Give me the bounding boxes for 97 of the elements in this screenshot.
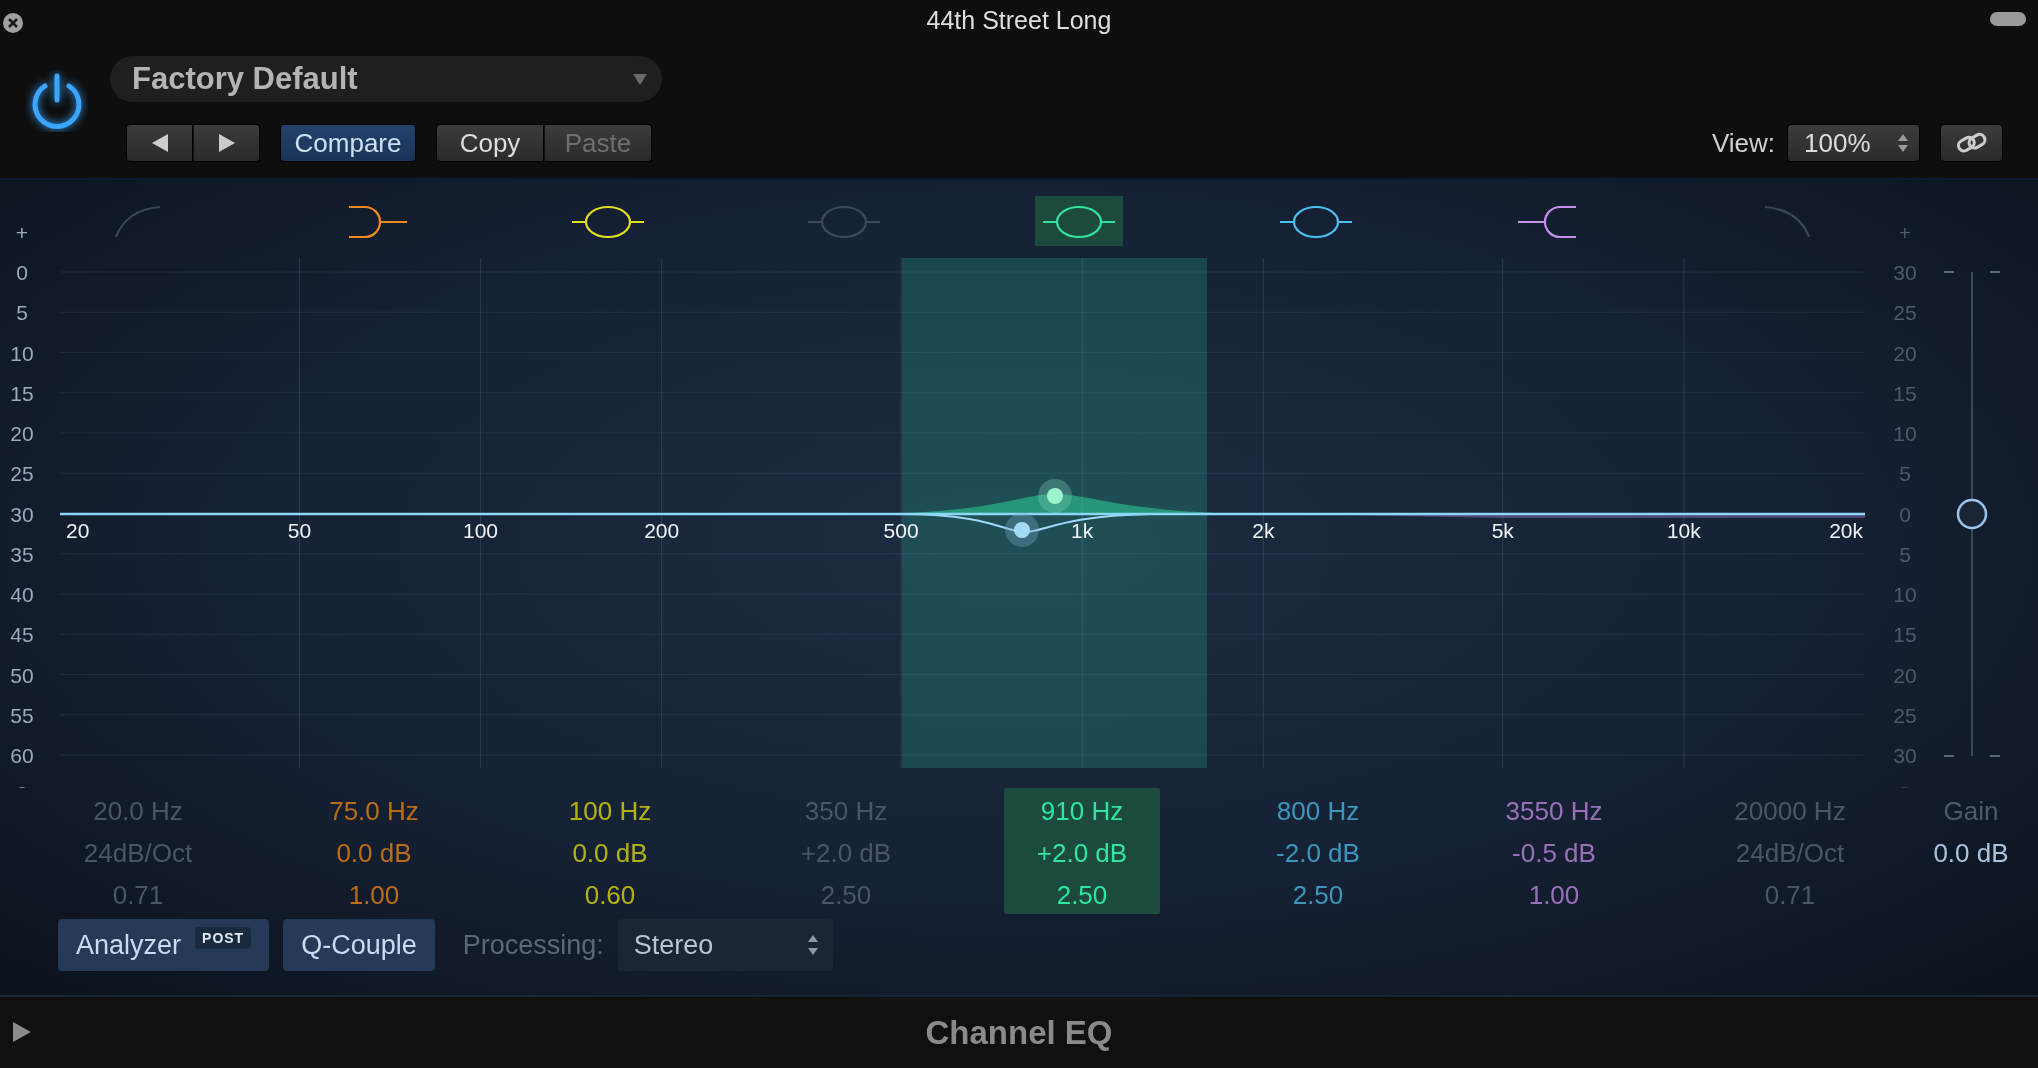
- processing-label: Processing:: [462, 929, 604, 961]
- scale-label: 0: [16, 261, 28, 284]
- scale-label: 25: [1893, 301, 1917, 325]
- right-triangle-icon: [216, 133, 237, 153]
- dropdown-arrow-icon: [632, 72, 648, 86]
- bell-filter-icon[interactable]: [570, 205, 646, 239]
- scale-label: 25: [1893, 703, 1917, 727]
- scale-label: 15: [1893, 623, 1917, 647]
- scale-label: 10: [10, 341, 34, 365]
- plugin-name: Channel EQ: [925, 1013, 1113, 1052]
- q-couple-button[interactable]: Q-Couple: [283, 919, 435, 971]
- frequency-label: 200: [644, 519, 680, 542]
- band-parameter-value[interactable]: +2.0 dB: [1036, 832, 1128, 874]
- gain-slider[interactable]: [1943, 271, 2001, 757]
- frequency-label: 5k: [1491, 519, 1514, 542]
- link-button[interactable]: [1940, 124, 2003, 162]
- scale-label: 55: [10, 703, 34, 727]
- scale-label: 10: [1893, 583, 1917, 606]
- bell-filter-icon[interactable]: [1041, 205, 1117, 239]
- analyzer-button[interactable]: Analyzer POST: [58, 919, 270, 971]
- band-parameter-value[interactable]: 3550 Hz: [1505, 790, 1603, 832]
- band-parameter-value[interactable]: 0.0 dB: [572, 832, 648, 874]
- band-parameter-column[interactable]: 800 Hz -2.0 dB 2.50: [1240, 788, 1396, 914]
- frequency-label: 10k: [1666, 519, 1701, 542]
- band-parameter-column[interactable]: 20.0 Hz 24dB/Oct 0.71: [60, 788, 216, 914]
- band-parameter-value[interactable]: -0.5 dB: [1512, 832, 1596, 874]
- scale-label: 30: [10, 502, 34, 526]
- low-shelf-filter-icon[interactable]: [347, 205, 409, 239]
- scale-label: 50: [10, 663, 34, 687]
- band-parameter-value[interactable]: -2.0 dB: [1276, 832, 1360, 874]
- frequency-label: 50: [287, 519, 312, 542]
- band-parameter-value[interactable]: 20.0 Hz: [93, 790, 183, 832]
- scale-label: +: [15, 221, 29, 244]
- bell-filter-icon[interactable]: [1278, 205, 1354, 239]
- stepper-arrows-icon: [1897, 132, 1909, 154]
- scale-label: 5: [16, 301, 28, 325]
- frequency-label: 1k: [1071, 519, 1094, 542]
- frequency-label: 2k: [1252, 519, 1275, 542]
- scale-label: 40: [10, 583, 34, 606]
- scale-label: 60: [10, 744, 34, 767]
- band-parameter-value[interactable]: 0.71: [1764, 874, 1816, 916]
- band-parameter-value[interactable]: 2.50: [1056, 874, 1108, 916]
- scale-label: 25: [10, 462, 34, 486]
- scale-label: 0: [1899, 502, 1911, 526]
- post-badge: POST: [195, 927, 252, 949]
- scale-label: 35: [10, 542, 34, 566]
- scale-label: 15: [1893, 381, 1917, 405]
- frequency-label: 20k: [1829, 519, 1863, 542]
- band-parameter-value[interactable]: 75.0 Hz: [329, 790, 419, 832]
- band-parameter-value[interactable]: 1.00: [348, 874, 400, 916]
- processing-dropdown[interactable]: Stereo: [617, 919, 833, 971]
- scale-label: 20: [10, 422, 34, 445]
- next-button[interactable]: [193, 124, 260, 162]
- band-parameter-value[interactable]: 24dB/Oct: [1735, 832, 1845, 874]
- scale-label: 5: [1899, 542, 1911, 566]
- band-parameter-value[interactable]: 0.0 dB: [336, 832, 412, 874]
- scale-label: 20: [1893, 663, 1917, 687]
- scale-label: 15: [10, 381, 34, 405]
- band-parameter-value[interactable]: 800 Hz: [1276, 790, 1360, 832]
- band-parameter-value[interactable]: 2.50: [1292, 874, 1344, 916]
- close-icon[interactable]: [2, 12, 24, 34]
- band-parameter-value[interactable]: 100 Hz: [568, 790, 652, 832]
- frequency-label: 100: [463, 519, 499, 542]
- preset-dropdown[interactable]: Factory Default: [110, 56, 662, 102]
- window-title: 44th Street Long: [926, 6, 1112, 36]
- band-parameter-value[interactable]: 20000 Hz: [1734, 790, 1846, 832]
- scale-label: 45: [10, 623, 34, 647]
- band-parameter-column[interactable]: 20000 Hz 24dB/Oct 0.71: [1712, 788, 1868, 914]
- band-parameter-value[interactable]: 24dB/Oct: [83, 832, 193, 874]
- scale-label: 5: [1899, 462, 1911, 486]
- stepper-arrows-icon: [806, 933, 819, 957]
- slider-thumb[interactable]: [1956, 498, 1988, 530]
- high-shelf-filter-icon[interactable]: [1516, 205, 1578, 239]
- band-parameter-value[interactable]: 1.00: [1528, 874, 1580, 916]
- scale-label: 20: [1893, 341, 1917, 365]
- band-parameter-value[interactable]: 0.71: [112, 874, 164, 916]
- play-triangle-icon[interactable]: [12, 1021, 32, 1043]
- scale-label: +: [1898, 221, 1912, 244]
- gain-label: Gain: [1943, 795, 1999, 828]
- view-label: View:: [1711, 127, 1775, 159]
- band-parameter-column[interactable]: 910 Hz +2.0 dB 2.50: [1004, 788, 1160, 914]
- band-parameter-column[interactable]: 75.0 Hz 0.0 dB 1.00: [296, 788, 452, 914]
- frequency-label: 500: [883, 519, 919, 542]
- scale-label: 30: [1893, 744, 1917, 767]
- previous-button[interactable]: [126, 124, 193, 162]
- frequency-label: 20: [66, 519, 90, 542]
- band-parameter-column[interactable]: 100 Hz 0.0 dB 0.60: [532, 788, 688, 914]
- gain-value[interactable]: 0.0 dB: [1933, 832, 2009, 874]
- scale-label: 10: [1893, 422, 1917, 445]
- scale-label: 30: [1893, 261, 1917, 284]
- band-parameter-value[interactable]: 910 Hz: [1040, 790, 1124, 832]
- window-pill-button[interactable]: [1990, 12, 2026, 26]
- compare-button[interactable]: Compare: [280, 124, 416, 162]
- view-zoom-dropdown[interactable]: 100%: [1787, 124, 1920, 162]
- band-parameter-value[interactable]: 0.60: [584, 874, 636, 916]
- band-parameter-column[interactable]: 3550 Hz -0.5 dB 1.00: [1476, 788, 1632, 914]
- clipboard-button[interactable]: Copy: [436, 124, 544, 162]
